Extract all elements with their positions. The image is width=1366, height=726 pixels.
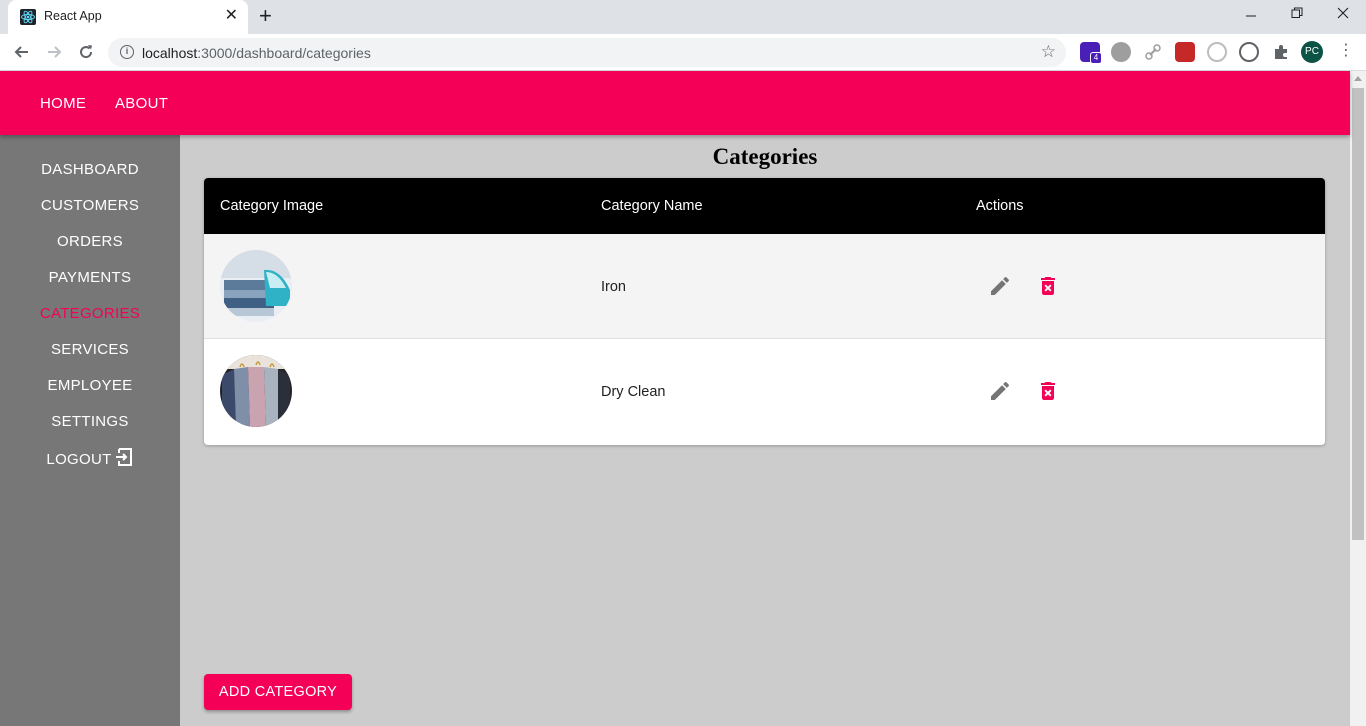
nav-about-link[interactable]: ABOUT	[115, 95, 168, 112]
reload-icon[interactable]	[76, 42, 96, 62]
url-text: localhost:3000/dashboard/categories	[142, 45, 371, 61]
logout-icon	[114, 447, 134, 471]
sidebar-item-settings[interactable]: SETTINGS	[0, 413, 180, 430]
page-scrollbar[interactable]	[1350, 71, 1366, 726]
profile-avatar[interactable]: PC	[1301, 41, 1323, 63]
sidebar-item-categories[interactable]: CATEGORIES	[0, 305, 180, 322]
puzzle-extensions-icon[interactable]	[1271, 42, 1291, 62]
column-header-actions: Actions	[976, 198, 1024, 214]
sidebar: DASHBOARD CUSTOMERS ORDERS PAYMENTS CATE…	[0, 135, 180, 726]
category-image-iron	[220, 250, 292, 322]
picture-extension-icon[interactable]	[1175, 42, 1195, 62]
extension-badge: 4	[1090, 52, 1102, 64]
address-bar[interactable]: i localhost:3000/dashboard/categories ☆	[108, 38, 1066, 67]
timer-extension-icon[interactable]	[1207, 42, 1227, 62]
back-arrow-icon[interactable]	[12, 42, 32, 62]
nav-home-link[interactable]: HOME	[40, 95, 86, 112]
sidebar-item-dashboard[interactable]: DASHBOARD	[0, 161, 180, 178]
tab-title: React App	[44, 9, 102, 23]
link-extension-icon[interactable]	[1143, 42, 1163, 62]
table-row: Iron	[204, 234, 1325, 339]
page-title: Categories	[712, 144, 818, 169]
sidebar-item-logout[interactable]: LOGOUT	[0, 447, 180, 471]
scroll-up-icon[interactable]	[1354, 76, 1362, 81]
delete-icon[interactable]	[1036, 379, 1060, 403]
browser-tabbar: React App ✕ +	[0, 0, 1366, 34]
scroll-thumb[interactable]	[1352, 88, 1364, 540]
code-extension-icon[interactable]	[1239, 42, 1259, 62]
sidebar-item-services[interactable]: SERVICES	[0, 341, 180, 358]
film-reel-extension-icon[interactable]	[1111, 42, 1131, 62]
main-content: Categories Category Image Category Name …	[180, 135, 1350, 726]
table-row: Dry Clean	[204, 339, 1325, 444]
browser-menu-icon[interactable]: ⋮	[1338, 41, 1354, 61]
forward-arrow-icon[interactable]	[44, 42, 64, 62]
browser-tab[interactable]: React App ✕	[8, 0, 248, 34]
category-image-dry-clean	[220, 355, 292, 427]
close-window-icon[interactable]	[1337, 6, 1349, 22]
column-header-image: Category Image	[220, 198, 324, 214]
delete-icon[interactable]	[1036, 274, 1060, 298]
add-category-button[interactable]: ADD CATEGORY	[204, 674, 352, 710]
categories-table: Category Image Category Name Actions Iro…	[204, 178, 1325, 445]
sidebar-item-customers[interactable]: CUSTOMERS	[0, 197, 180, 214]
app-bar: HOME ABOUT	[0, 71, 1350, 135]
browser-toolbar: i localhost:3000/dashboard/categories ☆ …	[0, 34, 1366, 71]
category-name: Iron	[601, 279, 626, 295]
table-header: Category Image Category Name Actions	[204, 178, 1325, 234]
sidebar-item-label: LOGOUT	[46, 451, 112, 468]
tab-close-icon[interactable]: ✕	[225, 7, 238, 25]
site-info-icon[interactable]: i	[120, 45, 134, 59]
restore-icon[interactable]	[1291, 6, 1303, 22]
edit-icon[interactable]	[988, 379, 1012, 403]
sidebar-item-payments[interactable]: PAYMENTS	[0, 269, 180, 286]
react-favicon-icon	[20, 9, 36, 25]
category-name: Dry Clean	[601, 384, 666, 400]
bookmark-star-icon[interactable]: ☆	[1041, 42, 1056, 62]
sidebar-item-orders[interactable]: ORDERS	[0, 233, 180, 250]
minimize-icon[interactable]	[1245, 6, 1257, 22]
edit-icon[interactable]	[988, 274, 1012, 298]
column-header-name: Category Name	[601, 198, 703, 214]
new-tab-button[interactable]: +	[259, 3, 272, 29]
extension-stack-icon[interactable]: 4	[1080, 42, 1102, 64]
sidebar-item-employee[interactable]: EMPLOYEE	[0, 377, 180, 394]
